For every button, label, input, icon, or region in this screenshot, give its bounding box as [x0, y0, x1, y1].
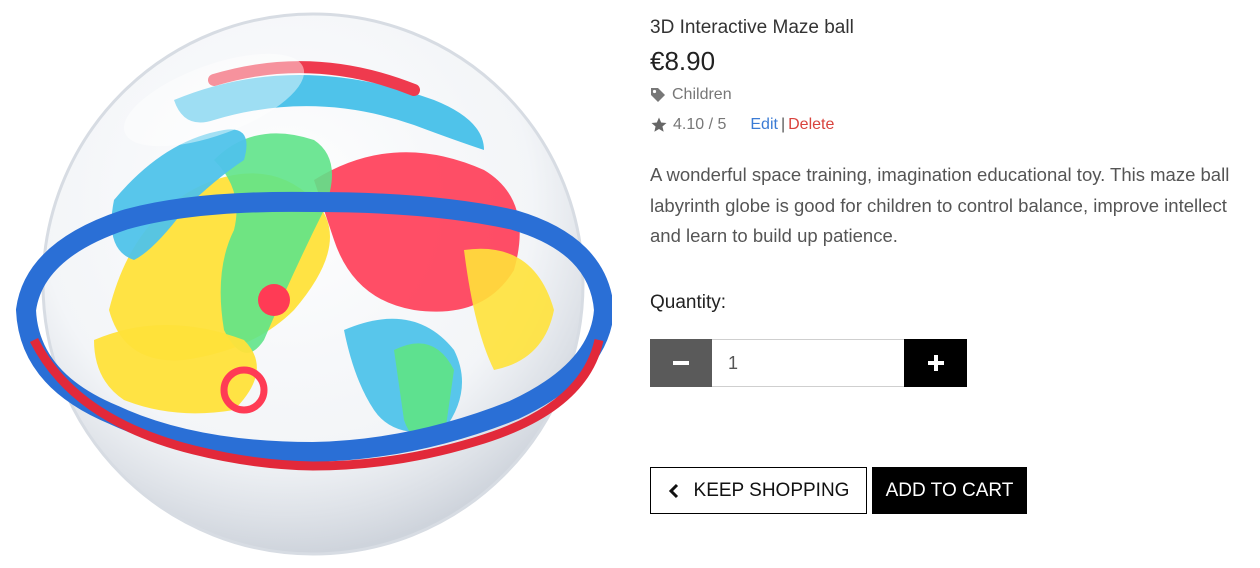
tag-icon — [651, 88, 665, 102]
quantity-stepper — [650, 339, 967, 387]
product-category[interactable]: Children — [650, 86, 732, 104]
minus-icon — [673, 361, 689, 365]
maze-ball-illustration — [15, 12, 612, 556]
product-rating-row: 4.10 / 5 Edit | Delete — [650, 116, 834, 134]
link-separator: | — [780, 116, 786, 133]
category-label[interactable]: Children — [672, 86, 732, 104]
product-price: €8.90 — [650, 46, 716, 76]
star-icon — [651, 117, 667, 132]
product-name: 3D Interactive Maze ball — [650, 17, 854, 38]
rating-value: 4.10 / 5 — [673, 116, 727, 133]
quantity-input[interactable] — [712, 339, 904, 387]
edit-link[interactable]: Edit — [750, 116, 778, 134]
keep-shopping-label: KEEP SHOPPING — [693, 479, 850, 501]
quantity-label: Quantity: — [650, 292, 727, 313]
decrement-quantity-button[interactable] — [650, 339, 712, 387]
delete-link[interactable]: Delete — [788, 116, 834, 134]
chevron-left-icon — [668, 483, 678, 498]
plus-icon — [927, 355, 944, 371]
increment-quantity-button[interactable] — [904, 339, 967, 387]
product-description: A wonderful space training, imagination … — [650, 164, 1230, 246]
keep-shopping-button[interactable]: KEEP SHOPPING — [650, 467, 867, 514]
add-to-cart-button[interactable]: ADD TO CART — [872, 467, 1027, 514]
product-detail-page: 3D Interactive Maze ball €8.90 Children … — [0, 0, 1260, 568]
product-image — [14, 10, 612, 558]
